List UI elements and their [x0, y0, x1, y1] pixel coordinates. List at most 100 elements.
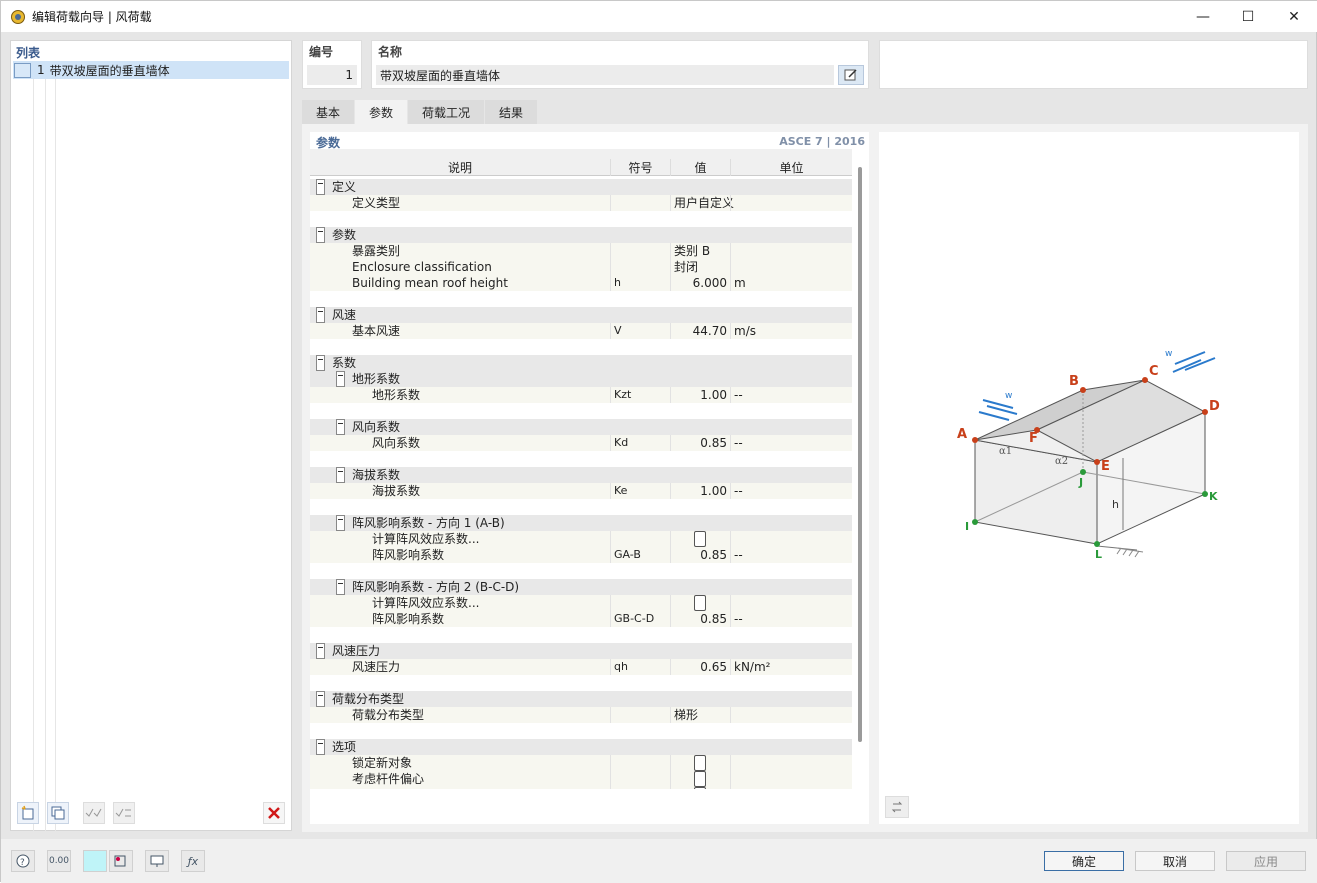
group-row[interactable]: 选项	[310, 739, 852, 755]
wind-label-left: w	[1005, 391, 1012, 401]
cancel-button[interactable]: 取消	[1135, 851, 1215, 871]
collapse-icon[interactable]	[316, 691, 325, 707]
collapse-icon[interactable]	[336, 467, 345, 483]
point-l-marker	[1094, 541, 1100, 547]
group-row[interactable]: 风速压力	[310, 643, 852, 659]
units-button[interactable]: 0.00	[47, 850, 71, 872]
row-value[interactable]: 44.70	[670, 323, 727, 339]
table-row[interactable]: 地形系数 Kzt 1.00 --	[310, 387, 852, 403]
row-value[interactable]: 1.00	[670, 483, 727, 499]
row-description: 选项	[332, 740, 357, 754]
row-value[interactable]: 1.00	[670, 387, 727, 403]
table-row[interactable]: 考虑杆件偏心	[310, 771, 852, 787]
table-row[interactable]: 阵风影响系数 GA-B 0.85 --	[310, 547, 852, 563]
minimize-button[interactable]: —	[1180, 1, 1226, 32]
view-button[interactable]	[109, 850, 133, 872]
row-checkbox[interactable]	[694, 787, 706, 789]
row-value[interactable]: 封闭	[674, 259, 698, 275]
comment-box[interactable]	[879, 40, 1308, 89]
row-value[interactable]: 0.65	[670, 659, 727, 675]
vertical-scrollbar[interactable]	[858, 167, 862, 742]
collapse-icon[interactable]	[336, 371, 345, 387]
color-button[interactable]	[83, 850, 107, 872]
collapse-icon[interactable]	[316, 355, 325, 371]
row-checkbox[interactable]	[694, 771, 706, 787]
table-row[interactable]: 荷载分布类型 梯形	[310, 707, 852, 723]
table-row[interactable]: 暴露类别 类别 B	[310, 243, 852, 259]
rotate-view-button[interactable]	[885, 796, 909, 818]
row-value[interactable]: 类别 B	[674, 243, 710, 259]
group-row[interactable]: 定义	[310, 179, 852, 195]
new-item-button[interactable]	[17, 802, 39, 824]
row-value[interactable]: 6.000	[670, 275, 727, 291]
tab-load-cases[interactable]: 荷载工况	[408, 100, 486, 124]
edit-name-button[interactable]	[838, 65, 864, 85]
name-label: 名称	[378, 45, 403, 59]
table-row[interactable]: 阵风影响系数 GB-C-D 0.85 --	[310, 611, 852, 627]
row-value[interactable]: 0.85	[670, 611, 727, 627]
row-value[interactable]: 梯形	[674, 707, 698, 723]
row-checkbox[interactable]	[694, 755, 706, 771]
group-row[interactable]: 风速	[310, 307, 852, 323]
maximize-button[interactable]: ☐	[1225, 1, 1271, 32]
table-row[interactable]: 风速压力 qh 0.65 kN/m²	[310, 659, 852, 675]
row-checkbox[interactable]	[694, 595, 706, 611]
uncheck-button[interactable]	[113, 802, 135, 824]
help-icon: ?	[16, 854, 30, 868]
collapse-icon[interactable]	[336, 515, 345, 531]
tab-basic[interactable]: 基本	[302, 100, 356, 124]
collapse-icon[interactable]	[316, 307, 325, 323]
collapse-icon[interactable]	[316, 739, 325, 755]
group-row[interactable]: 海拔系数	[310, 467, 852, 483]
spacer-row	[310, 291, 852, 307]
row-value[interactable]: 用户自定义	[674, 195, 734, 211]
number-field[interactable]: 1	[307, 65, 357, 85]
tab-parameters[interactable]: 参数	[355, 100, 409, 124]
table-row[interactable]: 基本风速 V 44.70 m/s	[310, 323, 852, 339]
row-symbol: GA-B	[614, 548, 641, 561]
collapse-icon[interactable]	[316, 179, 325, 195]
group-row[interactable]: 阵风影响系数 - 方向 1 (A-B)	[310, 515, 852, 531]
close-button[interactable]: ✕	[1271, 1, 1317, 32]
group-row[interactable]: 系数	[310, 355, 852, 371]
row-description: 风速压力	[352, 660, 401, 674]
table-row[interactable]: Enclosure classification 封闭	[310, 259, 852, 275]
uncheck-icon	[115, 808, 131, 817]
help-button[interactable]: ?	[11, 850, 35, 872]
name-field[interactable]: 带双坡屋面的垂直墙体	[376, 65, 834, 85]
copy-item-button[interactable]	[47, 802, 69, 824]
table-row[interactable]: 定义类型 用户自定义	[310, 195, 852, 211]
table-row[interactable]: 锁定新对象	[310, 755, 852, 771]
row-value[interactable]: 0.85	[670, 547, 727, 563]
delete-button[interactable]	[263, 802, 285, 824]
table-row[interactable]: 风向系数 Kd 0.85 --	[310, 435, 852, 451]
tab-results[interactable]: 结果	[485, 100, 539, 124]
table-row[interactable]: 计算阵风效应系数...	[310, 595, 852, 611]
row-description: 风速压力	[332, 644, 381, 658]
group-row[interactable]: 地形系数	[310, 371, 852, 387]
display-button[interactable]	[145, 850, 169, 872]
ok-button[interactable]: 确定	[1044, 851, 1124, 871]
table-row[interactable]: Building mean roof height h 6.000 m	[310, 275, 852, 291]
point-a-marker	[972, 437, 978, 443]
group-row[interactable]: 风向系数	[310, 419, 852, 435]
alpha2-label: α2	[1055, 456, 1068, 467]
collapse-icon[interactable]	[336, 419, 345, 435]
apply-button[interactable]: 应用	[1226, 851, 1306, 871]
group-row[interactable]: 参数	[310, 227, 852, 243]
table-row[interactable]	[310, 787, 852, 789]
check-all-button[interactable]	[83, 802, 105, 824]
function-button[interactable]: ƒx	[181, 850, 205, 872]
collapse-icon[interactable]	[316, 227, 325, 243]
group-row[interactable]: 阵风影响系数 - 方向 2 (B-C-D)	[310, 579, 852, 595]
row-description: 锁定新对象	[352, 756, 413, 770]
list-item[interactable]: 1 带双坡屋面的垂直墙体	[13, 61, 289, 79]
group-row[interactable]: 荷载分布类型	[310, 691, 852, 707]
collapse-icon[interactable]	[336, 579, 345, 595]
row-value[interactable]: 0.85	[670, 435, 727, 451]
collapse-icon[interactable]	[316, 643, 325, 659]
point-e-marker	[1094, 459, 1100, 465]
table-row[interactable]: 计算阵风效应系数...	[310, 531, 852, 547]
row-checkbox[interactable]	[694, 531, 706, 547]
table-row[interactable]: 海拔系数 Ke 1.00 --	[310, 483, 852, 499]
